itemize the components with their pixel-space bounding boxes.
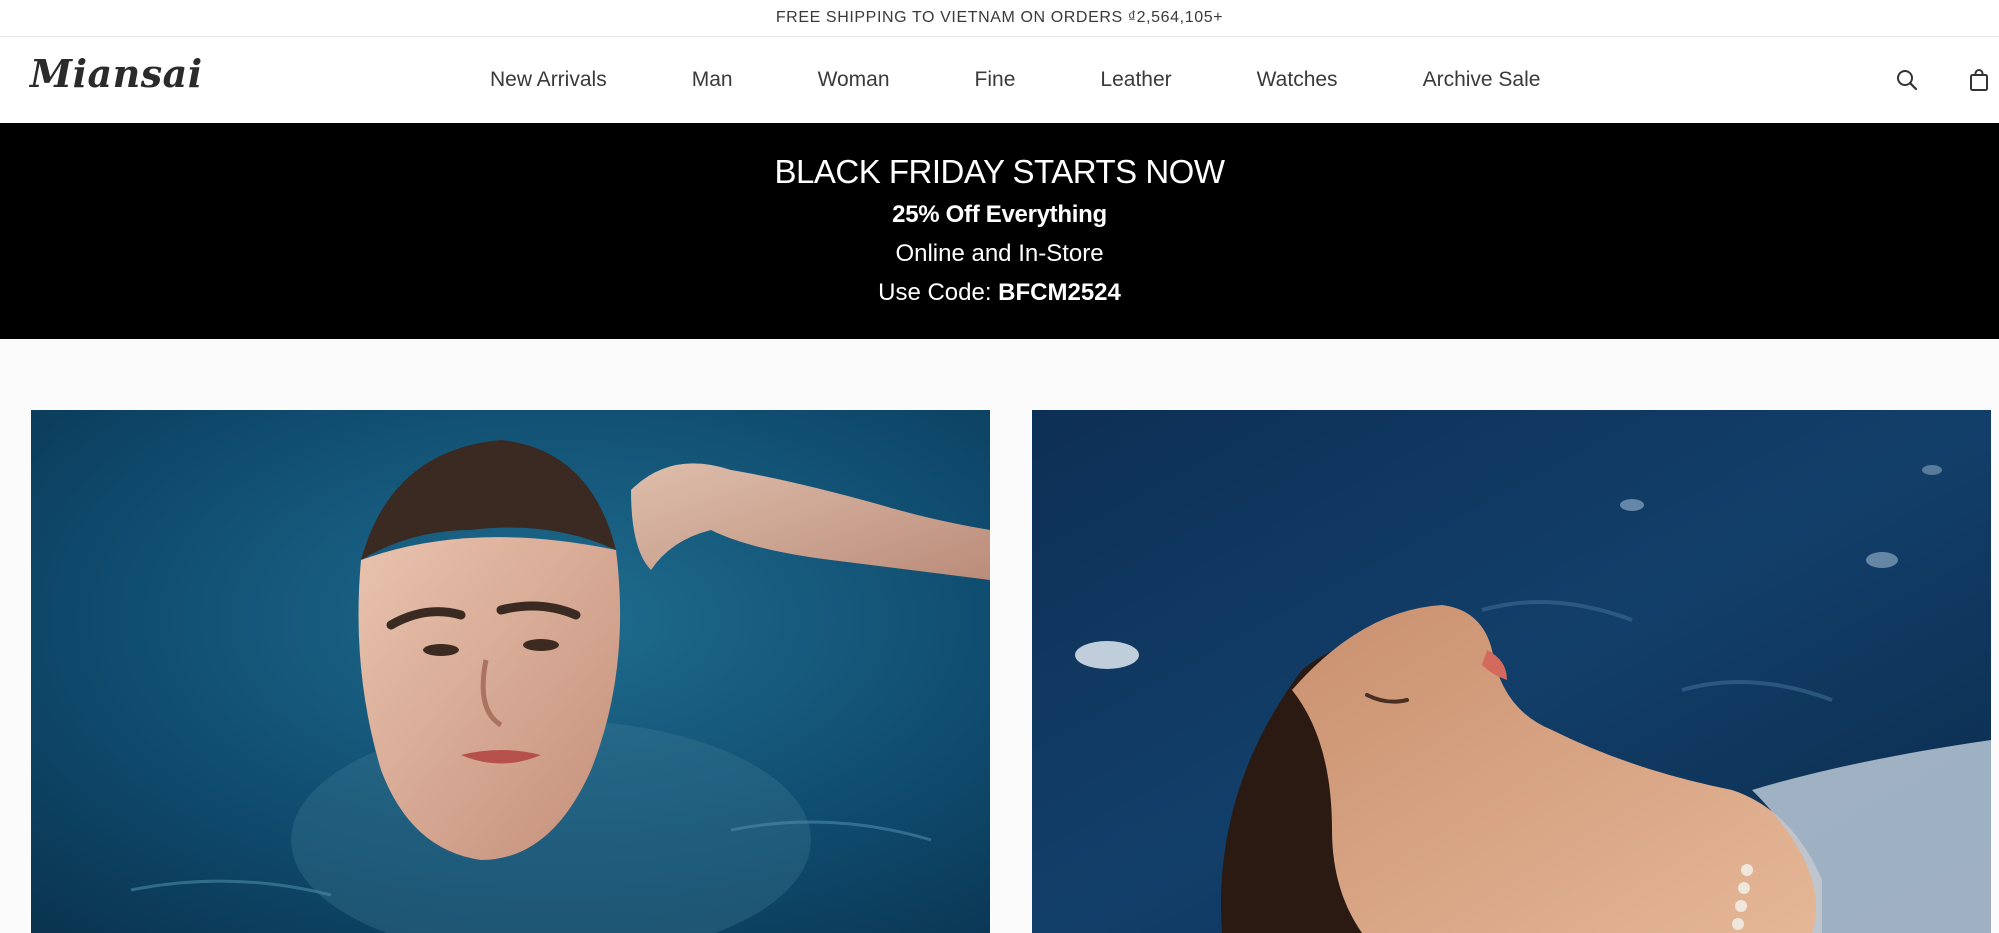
announcement-bar: FREE SHIPPING TO VIETNAM ON ORDERS ₫2,56… <box>0 0 1999 37</box>
nav-item-woman[interactable]: Woman <box>818 68 890 92</box>
brand-logo[interactable]: Miansai <box>30 51 203 96</box>
announcement-text: FREE SHIPPING TO VIETNAM ON ORDERS ₫2,56… <box>775 9 1224 26</box>
site-header: Miansai New Arrivals Man Woman Fine Leat… <box>0 37 1999 123</box>
promo-code-prefix: Use Code: <box>878 279 999 306</box>
promo-line: Online and In-Store <box>895 240 1104 267</box>
woman-in-water-illustration <box>1032 410 1991 933</box>
man-in-water-illustration <box>31 410 990 933</box>
search-icon[interactable] <box>1894 67 1920 93</box>
nav-item-leather[interactable]: Leather <box>1100 68 1171 92</box>
black-friday-banner: BLACK FRIDAY STARTS NOW 25% Off Everythi… <box>0 123 1999 339</box>
nav-item-archive-sale[interactable]: Archive Sale <box>1423 68 1541 92</box>
nav-item-new-arrivals[interactable]: New Arrivals <box>490 68 607 92</box>
main-nav: New Arrivals Man Woman Fine Leather Watc… <box>490 37 1540 123</box>
hero-image-man[interactable] <box>31 410 990 933</box>
shopping-bag-icon[interactable] <box>1966 67 1992 93</box>
promo-code-row: Use Code: BFCM2524 <box>878 279 1121 307</box>
promo-code: BFCM2524 <box>998 279 1121 306</box>
promo-subtitle: 25% Off Everything <box>892 201 1107 228</box>
hero-image-woman[interactable] <box>1032 410 1991 933</box>
nav-item-man[interactable]: Man <box>692 68 733 92</box>
promo-title: BLACK FRIDAY STARTS NOW <box>774 153 1225 190</box>
hero-grid <box>31 410 1991 933</box>
nav-item-fine[interactable]: Fine <box>975 68 1016 92</box>
nav-item-watches[interactable]: Watches <box>1257 68 1338 92</box>
